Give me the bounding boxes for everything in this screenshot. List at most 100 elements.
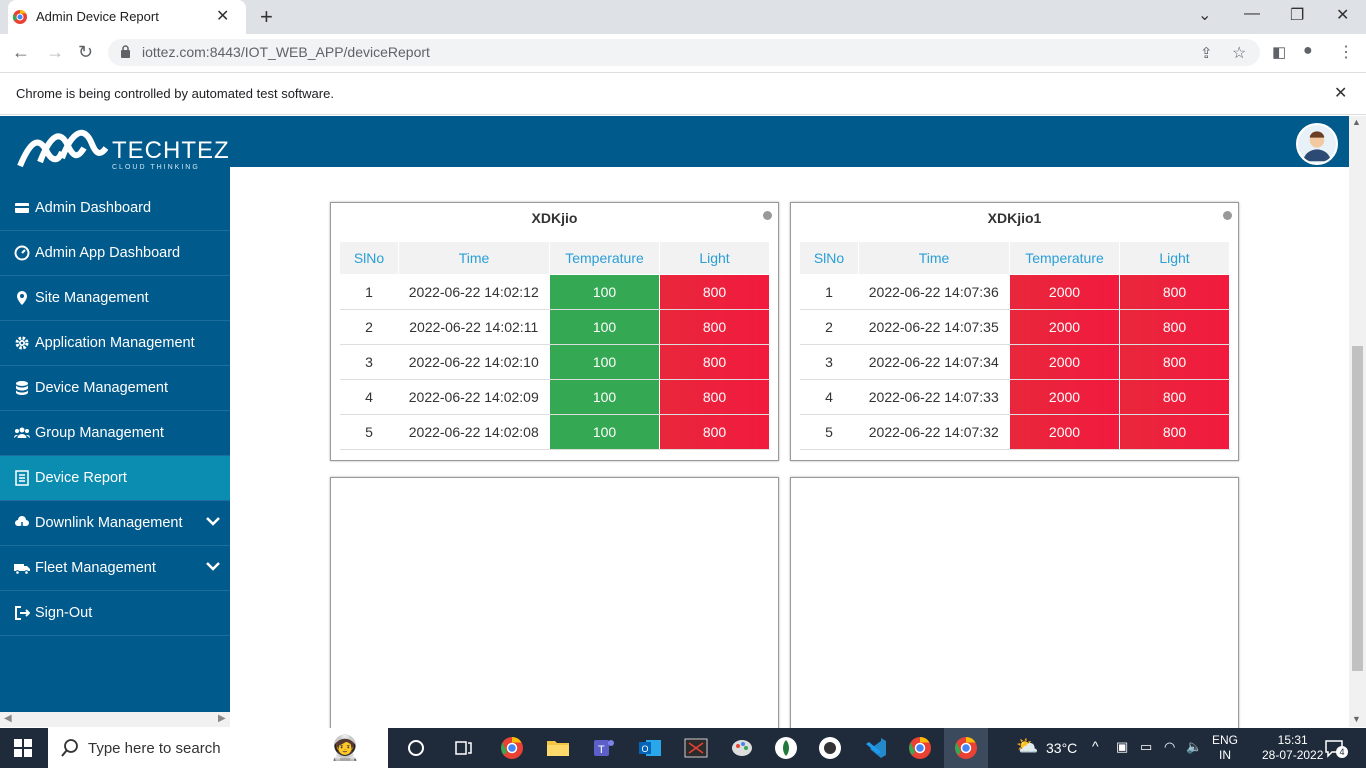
panel-device-title: XDKjio1: [987, 210, 1042, 226]
sidebar-item-downlink-management[interactable]: Downlink Management: [0, 501, 230, 546]
back-arrow-icon[interactable]: ←: [12, 42, 30, 63]
cell-light: 800: [1119, 379, 1230, 415]
cell-light: 800: [659, 344, 770, 380]
cell-temperature: 2000: [1009, 309, 1120, 345]
sidebar-item-label: Site Management: [35, 290, 149, 306]
scroll-left-arrow-icon[interactable]: ◀: [4, 713, 12, 724]
sidebar-item-label: Downlink Management: [35, 515, 183, 531]
empty-report-panel: [790, 477, 1239, 737]
outlook-icon[interactable]: O: [638, 736, 662, 760]
new-tab-icon[interactable]: +: [260, 4, 273, 30]
volume-icon[interactable]: 🔈: [1186, 739, 1202, 755]
column-header-slno[interactable]: SlNo: [339, 241, 399, 275]
chrome-taskbar-icon-active[interactable]: [954, 736, 978, 760]
task-view-icon[interactable]: [454, 738, 474, 758]
user-avatar[interactable]: [1296, 123, 1338, 165]
language-code: ENG: [1212, 733, 1239, 747]
cell-time: 2022-06-22 14:07:35: [858, 309, 1010, 345]
cortana-icon[interactable]: [406, 738, 426, 758]
language-indicator[interactable]: ENG IN: [1212, 733, 1238, 763]
clock-time: 15:31: [1277, 733, 1308, 747]
profile-icon[interactable]: ●: [1303, 42, 1313, 60]
weather-temperature[interactable]: 33°C: [1046, 740, 1077, 756]
paint-icon[interactable]: [730, 736, 754, 760]
reload-icon[interactable]: ↻: [78, 42, 93, 63]
sidebar-item-sign-out[interactable]: Sign-Out: [0, 591, 230, 636]
chevron-down-icon[interactable]: [206, 516, 220, 526]
sidebar-item-device-report[interactable]: Device Report: [0, 456, 230, 501]
meet-now-icon[interactable]: ▣: [1116, 739, 1128, 755]
windows-start-icon[interactable]: [14, 739, 32, 757]
sidebar-item-label: Admin Dashboard: [35, 200, 152, 216]
sidebar-item-application-management[interactable]: Application Management: [0, 321, 230, 366]
column-header-temperature[interactable]: Temperature: [549, 241, 660, 275]
chevron-down-icon[interactable]: [206, 561, 220, 571]
infobar-close-icon[interactable]: ✕: [1334, 83, 1347, 103]
search-placeholder: Type here to search: [88, 740, 221, 757]
column-header-slno[interactable]: SlNo: [799, 241, 859, 275]
minimize-icon[interactable]: —: [1244, 5, 1260, 23]
window-close-icon[interactable]: ✕: [1336, 5, 1349, 25]
sidebar-item-fleet-management[interactable]: Fleet Management: [0, 546, 230, 591]
card-icon: [15, 203, 29, 213]
sidebar-item-label: Application Management: [35, 335, 195, 351]
list-icon: [15, 470, 29, 486]
cell-time: 2022-06-22 14:07:32: [858, 414, 1010, 450]
battery-icon[interactable]: ▭: [1140, 739, 1152, 755]
cell-slno: 2: [799, 309, 859, 345]
cell-slno: 3: [339, 344, 399, 380]
column-header-light[interactable]: Light: [1119, 241, 1230, 275]
cell-slno: 3: [799, 344, 859, 380]
cell-light: 800: [1119, 414, 1230, 450]
share-icon[interactable]: ⇪: [1200, 44, 1213, 62]
sidebar-horizontal-scrollbar[interactable]: ◀ ▶: [0, 712, 230, 727]
users-icon: [14, 427, 30, 438]
weather-icon[interactable]: ⛅: [1016, 736, 1038, 757]
sidebar-item-admin-app-dashboard[interactable]: Admin App Dashboard: [0, 231, 230, 276]
tab-close-icon[interactable]: ✕: [216, 6, 229, 26]
column-header-light[interactable]: Light: [659, 241, 770, 275]
chrome-taskbar-icon[interactable]: [500, 736, 524, 760]
cell-time: 2022-06-22 14:02:12: [398, 274, 550, 310]
vscode-icon[interactable]: [864, 736, 888, 760]
file-explorer-icon[interactable]: [546, 736, 570, 760]
sidebar-item-admin-dashboard[interactable]: Admin Dashboard: [0, 186, 230, 231]
sidebar-item-site-management[interactable]: Site Management: [0, 276, 230, 321]
chrome-taskbar-icon-2[interactable]: [908, 736, 932, 760]
column-header-time[interactable]: Time: [858, 241, 1010, 275]
column-header-time[interactable]: Time: [398, 241, 550, 275]
sidebar-item-device-management[interactable]: Device Management: [0, 366, 230, 411]
forward-arrow-icon[interactable]: →: [46, 42, 64, 63]
cell-light: 800: [659, 379, 770, 415]
leaf-app-icon[interactable]: [774, 736, 798, 760]
bookmark-star-icon[interactable]: ☆: [1232, 43, 1246, 63]
chrome-favicon-icon: [12, 10, 27, 24]
sidebar-item-label: Group Management: [35, 425, 164, 441]
teams-icon[interactable]: T: [592, 736, 616, 760]
cell-temperature: 100: [549, 379, 660, 415]
column-header-temperature[interactable]: Temperature: [1009, 241, 1120, 275]
scroll-right-arrow-icon[interactable]: ▶: [218, 713, 226, 724]
table-row: 3 2022-06-22 14:02:10 100 800: [339, 344, 770, 380]
menu-dots-icon[interactable]: ⋮: [1338, 42, 1354, 62]
device-report-panel: XDKjio SlNo Time Temperature Light 1 2022…: [330, 202, 779, 461]
tray-chevron-up-icon[interactable]: ^: [1092, 738, 1099, 754]
cloud-download-icon: [15, 516, 29, 530]
postman-like-icon[interactable]: [818, 736, 842, 760]
scrollbar-thumb[interactable]: [1352, 346, 1363, 671]
snipping-tool-icon[interactable]: [684, 736, 708, 760]
side-panel-icon[interactable]: ◧: [1272, 43, 1286, 61]
url-text[interactable]: iottez.com:8443/IOT_WEB_APP/deviceReport: [142, 44, 430, 60]
sidebar-item-group-management[interactable]: Group Management: [0, 411, 230, 456]
cell-time: 2022-06-22 14:07:34: [858, 344, 1010, 380]
system-clock[interactable]: 15:31 28-07-2022: [1262, 733, 1323, 763]
restore-icon[interactable]: ❐: [1290, 5, 1304, 25]
tab-search-chevron-icon[interactable]: ⌄: [1198, 5, 1211, 25]
cell-light: 800: [659, 309, 770, 345]
sidebar-item-label: Admin App Dashboard: [35, 245, 181, 261]
scroll-down-arrow-icon[interactable]: ▼: [1352, 714, 1361, 724]
scroll-up-arrow-icon[interactable]: ▲: [1352, 117, 1361, 127]
sidebar-item-label: Sign-Out: [35, 605, 93, 621]
cell-temperature: 100: [549, 274, 660, 310]
wifi-icon[interactable]: ◠: [1164, 739, 1175, 755]
